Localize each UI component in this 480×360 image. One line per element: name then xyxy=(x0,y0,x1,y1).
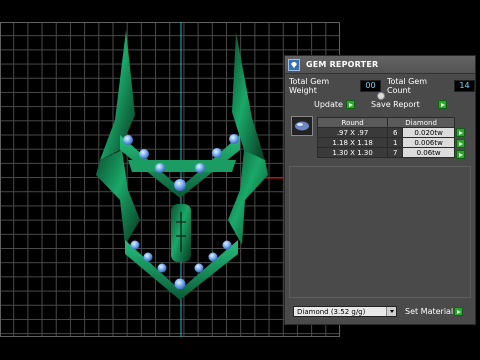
row-go-button[interactable] xyxy=(456,150,465,159)
total-weight-label: Total Gem Weight xyxy=(289,77,330,95)
update-label: Update xyxy=(314,100,343,109)
set-material-button[interactable] xyxy=(454,307,463,316)
gem-count: 6 xyxy=(387,127,404,138)
action-row: Update Save Report xyxy=(285,100,475,112)
material-select[interactable]: Diamond (3.52 g/g) xyxy=(293,306,397,317)
update-button[interactable] xyxy=(346,100,355,109)
total-weight-value: 00 xyxy=(359,80,381,92)
gem-count: 7 xyxy=(387,147,404,158)
gem[interactable] xyxy=(143,252,153,262)
gem-size: 1.30 X 1.30 xyxy=(316,147,389,158)
panel-titlebar[interactable]: GEM REPORTER xyxy=(285,56,475,74)
gem-weight: 0.06tw xyxy=(402,147,455,158)
gem[interactable] xyxy=(123,135,133,145)
report-area xyxy=(289,166,471,298)
panel-title: GEM REPORTER xyxy=(306,60,379,69)
save-report-button[interactable] xyxy=(438,100,447,109)
gem[interactable] xyxy=(208,252,218,262)
gem-reporter-icon xyxy=(288,58,300,71)
material-select-value: Diamond (3.52 g/g) xyxy=(297,308,366,316)
row-go-button[interactable] xyxy=(456,128,465,137)
save-report-label: Save Report xyxy=(371,100,420,109)
row-go-button[interactable] xyxy=(456,139,465,148)
table-row: 1.18 X 1.18 1 0.006tw xyxy=(316,137,455,148)
gem-count: 1 xyxy=(387,137,404,148)
column-header-round: Round xyxy=(316,117,389,128)
total-count-label: Total Gem Count xyxy=(386,77,428,95)
gem[interactable] xyxy=(194,263,204,273)
divider-handle[interactable] xyxy=(377,92,385,100)
gem[interactable] xyxy=(174,179,186,191)
gem[interactable] xyxy=(157,263,167,273)
gem-size: .97 X .97 xyxy=(316,127,389,138)
gem-weight: 0.020tw xyxy=(402,127,455,138)
gem-weight: 0.006tw xyxy=(402,137,455,148)
column-header-diamond: Diamond xyxy=(387,117,455,128)
gem[interactable] xyxy=(130,240,140,250)
round-gem-icon xyxy=(291,116,313,136)
chevron-down-icon[interactable] xyxy=(386,307,396,316)
table-row: .97 X .97 6 0.020tw xyxy=(316,127,455,138)
total-count-value: 14 xyxy=(454,80,475,92)
gem[interactable] xyxy=(229,134,239,144)
gem[interactable] xyxy=(212,148,222,158)
gem[interactable] xyxy=(139,149,149,159)
gem[interactable] xyxy=(222,240,232,250)
crossbar xyxy=(128,160,236,172)
gem[interactable] xyxy=(195,163,205,173)
gem[interactable] xyxy=(155,163,165,173)
gem-size: 1.18 X 1.18 xyxy=(316,137,389,148)
table-row: 1.30 X 1.30 7 0.06tw xyxy=(316,147,455,158)
gem-table: Round Diamond .97 X .97 6 0.020tw 1.18 X… xyxy=(316,117,455,158)
gem-reporter-panel: GEM REPORTER Total Gem Weight 00 Total G… xyxy=(284,55,476,325)
gem[interactable] xyxy=(174,278,186,290)
set-material-label: Set Material xyxy=(405,307,454,316)
